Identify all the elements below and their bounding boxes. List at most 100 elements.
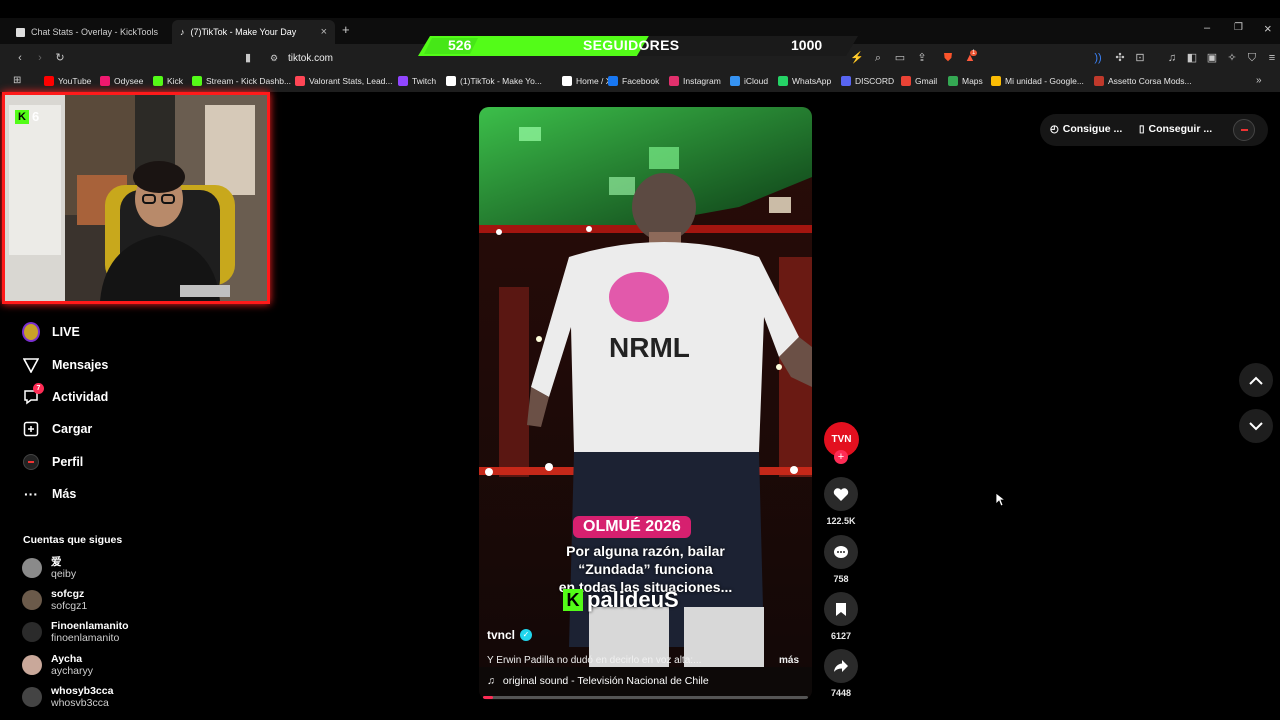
bookmark-item[interactable]: Valorant Stats, Lead... [295, 76, 392, 86]
sidebar-item-actividad[interactable]: 7 Actividad [22, 383, 108, 406]
tab-chat-stats[interactable]: Chat Stats - Overlay - KickTools [8, 20, 168, 44]
reload-icon[interactable]: ↻ [54, 52, 66, 64]
kick-badge: K 6 [15, 109, 39, 124]
tab-tiktok[interactable]: ♪ (7)TikTok - Make Your Day × [172, 20, 335, 44]
media-icon[interactable]: ♫ [1166, 52, 1178, 64]
address-bar[interactable]: tiktok.com [288, 53, 333, 64]
screenshot-icon[interactable]: ⊡ [1134, 52, 1146, 64]
sidebar-item-live[interactable]: LIVE [22, 322, 80, 342]
bookmark-favicon-icon [841, 76, 851, 86]
get-coins-button[interactable]: ◴ Consigue ... [1050, 123, 1122, 135]
close-window-icon[interactable]: × [1264, 21, 1272, 36]
bookmarks-bar: ⊞ YouTube Odysee Kick Stream - Kick Dashb..… [0, 72, 1280, 92]
bookmark-item[interactable]: Twitch [398, 76, 436, 86]
bookmark-item[interactable]: Gmail [901, 76, 937, 86]
previous-video-button[interactable] [1239, 363, 1273, 397]
forward-icon[interactable]: › [34, 52, 46, 64]
activity-badge: 7 [33, 383, 44, 394]
following-account[interactable]: Finoenlamanito finoenlamanito [22, 620, 129, 644]
bookmark-item[interactable]: Instagram [669, 76, 721, 86]
bookmark-item[interactable]: Stream - Kick Dashb... [192, 76, 291, 86]
get-app-button[interactable]: ▯ Conseguir ... [1139, 123, 1212, 135]
like-button[interactable] [824, 477, 858, 511]
bookmark-favicon-icon [669, 76, 679, 86]
apps-icon[interactable]: ⊞ [13, 75, 21, 86]
bookmark-label: DISCORD [855, 76, 895, 86]
video-progress-track[interactable] [483, 696, 808, 699]
bookmark-favicon-icon [1094, 76, 1104, 86]
bookmark-label: Instagram [683, 76, 721, 86]
bookmark-item[interactable]: Maps [948, 76, 983, 86]
get-coins-label: Consigue ... [1062, 123, 1123, 135]
bookmark-item[interactable]: WhatsApp [778, 76, 831, 86]
zoom-icon[interactable]: ⌕ [872, 52, 884, 64]
wallet-icon[interactable]: ▣ [1206, 52, 1218, 64]
follower-target: 1000 [791, 37, 823, 53]
site-info-icon[interactable]: ⚙ [268, 52, 280, 64]
follow-button[interactable]: + [834, 450, 848, 464]
sidebar-item-label: Más [52, 487, 77, 501]
bookmark-label: Gmail [915, 76, 938, 86]
bookmark-favicon-icon [192, 76, 202, 86]
bookmark-item[interactable]: Assetto Corsa Mods... [1094, 76, 1192, 86]
sidebar-item-perfil[interactable]: Perfil [22, 453, 83, 471]
following-account[interactable]: 爱 qeiby [22, 556, 76, 580]
avatar [22, 655, 42, 675]
following-account[interactable]: Aycha aycharyy [22, 653, 93, 677]
video-player[interactable]: NRML OLMUÉ 2026 Por alguna razón, bailar… [479, 107, 812, 700]
bookmark-item[interactable]: YouTube [44, 76, 91, 86]
new-tab-icon[interactable]: + [342, 22, 350, 37]
sound-row[interactable]: ♫ original sound - Televisión Nacional d… [487, 675, 709, 687]
vpn-icon[interactable]: ⛉ [1246, 52, 1258, 64]
sidebar-item-cargar[interactable]: Cargar [22, 420, 92, 438]
comment-button[interactable] [824, 535, 858, 569]
following-account[interactable]: whosyb3cca whosvb3cca [22, 685, 113, 709]
cast-icon[interactable]: ▭ [894, 52, 906, 64]
bookmark-item[interactable]: Home / X [562, 76, 611, 86]
bookmark-item[interactable]: DISCORD [841, 76, 894, 86]
bookmark-item[interactable]: iCloud [730, 76, 768, 86]
bookmark-label: YouTube [58, 76, 92, 86]
bookmark-label: Home / X [576, 76, 612, 86]
save-button[interactable] [824, 592, 858, 626]
bookmark-item[interactable]: Odysee [100, 76, 143, 86]
leo-icon[interactable]: ✧ [1226, 52, 1238, 64]
brave-shield-icon[interactable]: ⛊ [942, 52, 954, 64]
more-description-link[interactable]: más [779, 655, 799, 666]
comment-icon [834, 545, 848, 558]
bookmark-label: Valorant Stats, Lead... [309, 76, 393, 86]
live-icon [22, 322, 40, 342]
bookmark-favicon-icon [730, 76, 740, 86]
bookmark-icon[interactable]: ▮ [242, 52, 254, 64]
account-handle: qeiby [51, 568, 77, 580]
audio-icon[interactable]: )) [1092, 52, 1104, 64]
close-tab-icon[interactable]: × [321, 26, 327, 38]
watermark-text: palideuS [587, 587, 679, 612]
sidebar-item-mas[interactable]: ··· Más [22, 485, 76, 503]
back-icon[interactable]: ‹ [14, 52, 26, 64]
author-name[interactable]: tvncl [487, 628, 515, 642]
bookmark-favicon-icon [295, 76, 305, 86]
bookmark-favicon-icon [100, 76, 110, 86]
share-icon[interactable]: ⇪ [916, 52, 928, 64]
user-avatar[interactable] [1233, 119, 1255, 141]
bookmark-item[interactable]: (1)TikTok - Make Yo... [446, 76, 542, 86]
restore-icon[interactable]: ❐ [1234, 22, 1243, 33]
share-button[interactable] [824, 649, 858, 683]
profile-icon [22, 453, 40, 471]
bookmark-label: WhatsApp [792, 76, 832, 86]
bookmark-item[interactable]: Mi unidad - Google... [991, 76, 1084, 86]
sidebar-toggle-icon[interactable]: ◧ [1186, 52, 1198, 64]
bookmark-label: Kick [167, 76, 184, 86]
bookmark-favicon-icon [991, 76, 1001, 86]
more-bookmarks-icon[interactable]: » [1256, 75, 1262, 86]
next-video-button[interactable] [1239, 409, 1273, 443]
sidebar-item-mensajes[interactable]: Mensajes [22, 356, 108, 374]
menu-icon[interactable]: ≡ [1266, 52, 1278, 64]
following-account[interactable]: sofcgz sofcgz1 [22, 588, 87, 612]
bookmark-item[interactable]: Facebook [608, 76, 659, 86]
minimize-icon[interactable]: – [1204, 22, 1210, 34]
upload-icon [22, 420, 40, 438]
extensions-icon[interactable]: ✣ [1114, 52, 1126, 64]
bookmark-item[interactable]: Kick [153, 76, 183, 86]
